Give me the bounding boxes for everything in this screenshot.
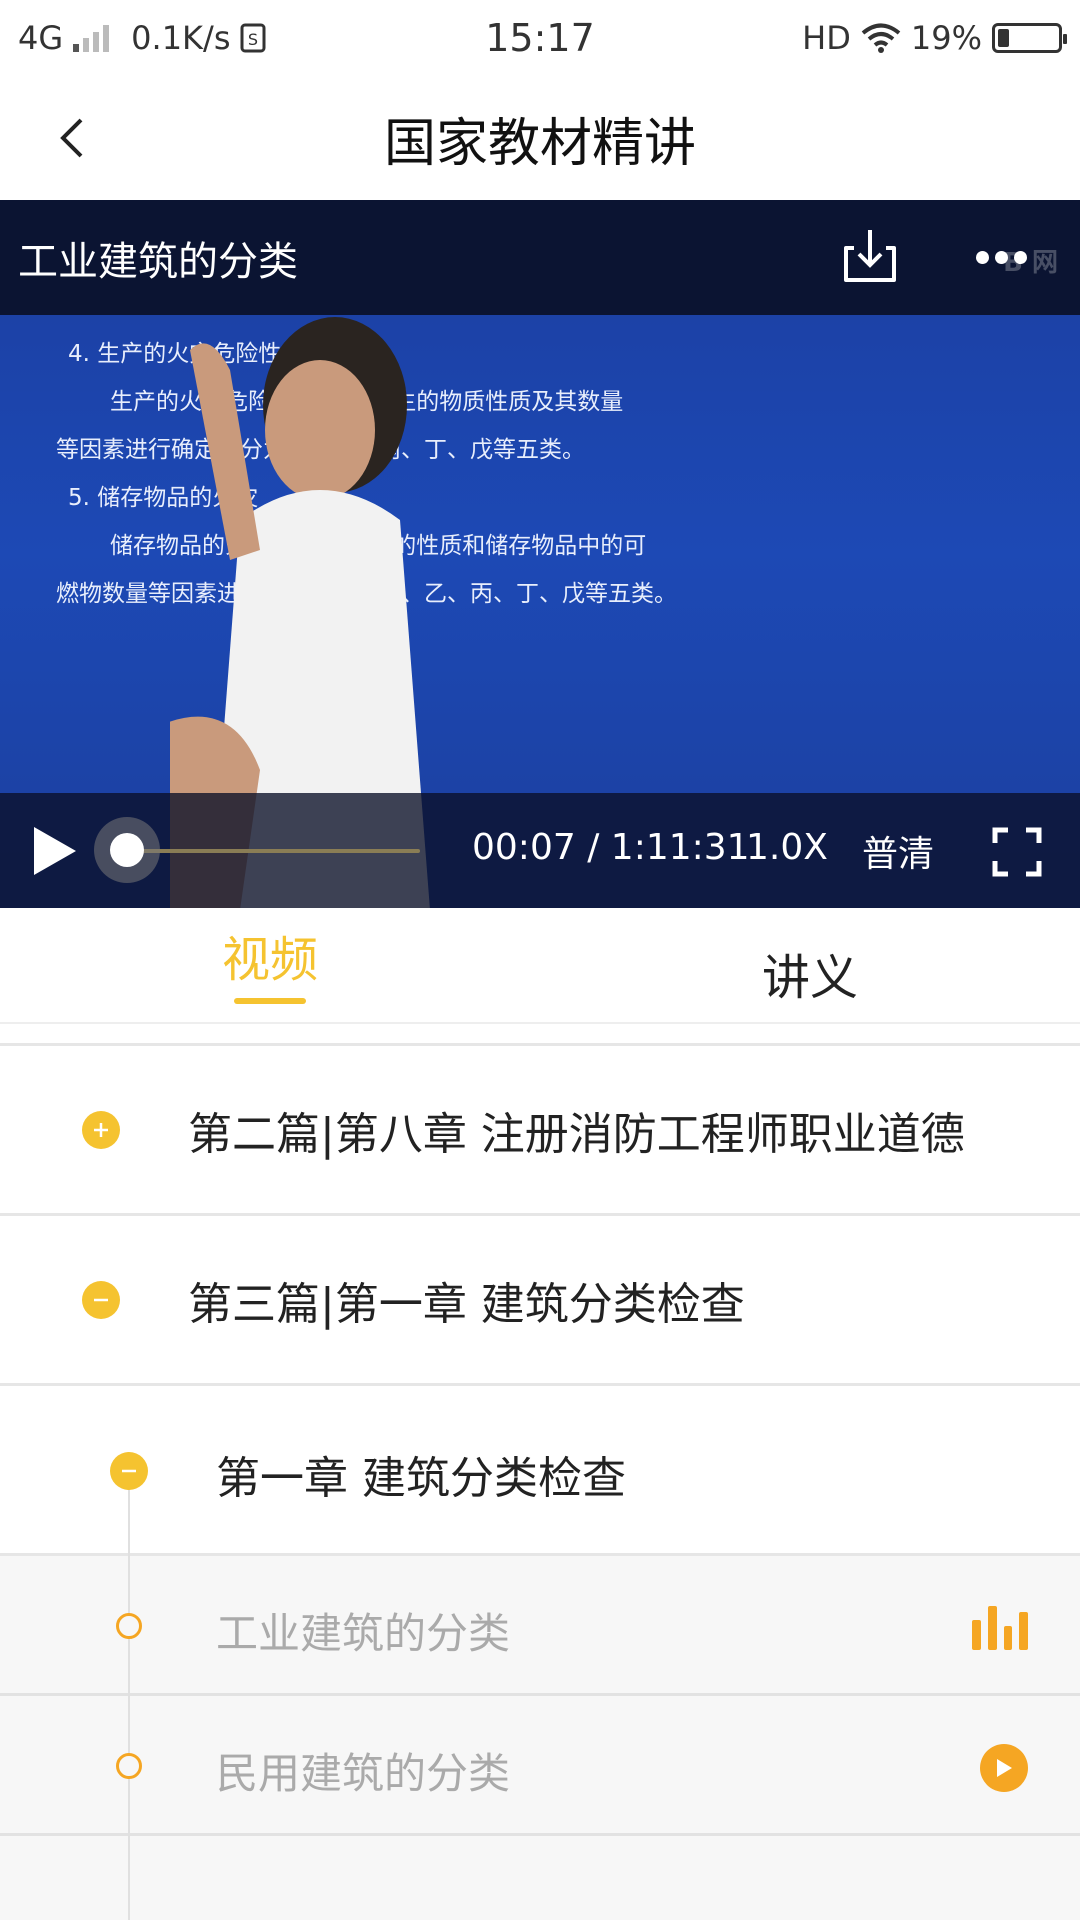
tab-handout-label: 讲义 xyxy=(761,950,858,1006)
video-topbar: 工业建筑的分类 B 网 xyxy=(0,200,1080,315)
svg-text:S: S xyxy=(248,30,258,49)
course-list: 第二篇|第八章 注册消防工程师职业道德 第三篇|第一章 建筑分类检查 第一章 建… xyxy=(0,1024,1080,1920)
status-left: 4G 0.1K/s S xyxy=(18,19,266,57)
wifi-icon xyxy=(861,23,901,53)
progress-thumb[interactable] xyxy=(94,817,160,883)
tree-line xyxy=(128,1836,130,1920)
chevron-left-icon xyxy=(60,118,83,158)
back-button[interactable] xyxy=(40,106,104,170)
play-circle-icon[interactable] xyxy=(980,1744,1028,1792)
thumb-knob xyxy=(110,833,144,867)
video-title: 工业建筑的分类 xyxy=(18,238,298,285)
play-icon[interactable] xyxy=(30,825,78,877)
section-row[interactable]: 第三篇|第一章 建筑分类检查 xyxy=(0,1216,1080,1386)
section-title: 第三篇|第一章 建筑分类检查 xyxy=(188,1278,745,1330)
duration: 1:11:31 xyxy=(610,827,750,868)
time-display: 00:07 / 1:11:31 xyxy=(472,827,750,868)
quality-button[interactable]: 普清 xyxy=(862,825,934,877)
battery-icon xyxy=(992,23,1067,53)
dot xyxy=(1014,250,1027,264)
more-options-button[interactable] xyxy=(976,242,1036,272)
status-right: HD 19% xyxy=(802,19,1067,57)
video-player[interactable]: 4. 生产的火灾危险性 生产的火灾危险性 使用或产生的物质性质及其数量 等因素进… xyxy=(0,200,1080,908)
minus-icon xyxy=(110,1452,148,1490)
status-bar: 4G 0.1K/s S 15:17 HD 19% xyxy=(0,0,1080,76)
tab-video-label: 视频 xyxy=(221,932,318,988)
playback-speed-button[interactable]: 1.0X xyxy=(746,827,828,868)
network-speed: 0.1K/s xyxy=(131,19,231,57)
battery-percent: 19% xyxy=(910,19,982,57)
tab-handout[interactable]: 讲义 xyxy=(540,908,1080,1022)
dot xyxy=(995,250,1008,264)
content-tabs: 视频 讲义 xyxy=(0,908,1080,1024)
signal-icon xyxy=(73,24,110,52)
time-separator: / xyxy=(587,827,600,868)
lesson-title: 工业建筑的分类 xyxy=(216,1609,511,1658)
lesson-node-icon xyxy=(116,1613,142,1639)
current-time: 00:07 xyxy=(472,827,576,868)
chapter-title: 第一章 建筑分类检查 xyxy=(216,1453,626,1504)
plus-icon xyxy=(82,1110,120,1149)
tab-video[interactable]: 视频 xyxy=(0,908,540,1022)
lesson-node-icon xyxy=(116,1753,142,1779)
lesson-row[interactable]: 工业建筑的分类 xyxy=(0,1556,1080,1696)
lesson-row-partial[interactable] xyxy=(0,1836,1080,1920)
download-icon[interactable] xyxy=(840,226,900,286)
hd-label: HD xyxy=(802,19,851,57)
tab-active-indicator xyxy=(234,998,306,1004)
progress-bar[interactable] xyxy=(126,849,420,853)
sim-icon: S xyxy=(240,23,266,53)
lesson-title: 民用建筑的分类 xyxy=(216,1749,511,1798)
nav-header: 国家教材精讲 xyxy=(0,76,1080,200)
network-type: 4G xyxy=(18,19,64,57)
section-title: 第二篇|第八章 注册消防工程师职业道德 xyxy=(188,1108,965,1160)
lesson-row[interactable]: 民用建筑的分类 xyxy=(0,1696,1080,1836)
battery-fill xyxy=(998,29,1009,47)
video-controls: 00:07 / 1:11:31 1.0X 普清 xyxy=(0,793,1080,908)
dot xyxy=(976,250,989,264)
page-title: 国家教材精讲 xyxy=(383,113,696,174)
chapter-row[interactable]: 第一章 建筑分类检查 xyxy=(0,1386,1080,1556)
section-row[interactable]: 第二篇|第八章 注册消防工程师职业道德 xyxy=(0,1046,1080,1216)
minus-icon xyxy=(82,1280,120,1319)
divider xyxy=(0,1024,1080,1046)
equalizer-icon xyxy=(972,1598,1028,1650)
fullscreen-icon[interactable] xyxy=(992,827,1042,877)
